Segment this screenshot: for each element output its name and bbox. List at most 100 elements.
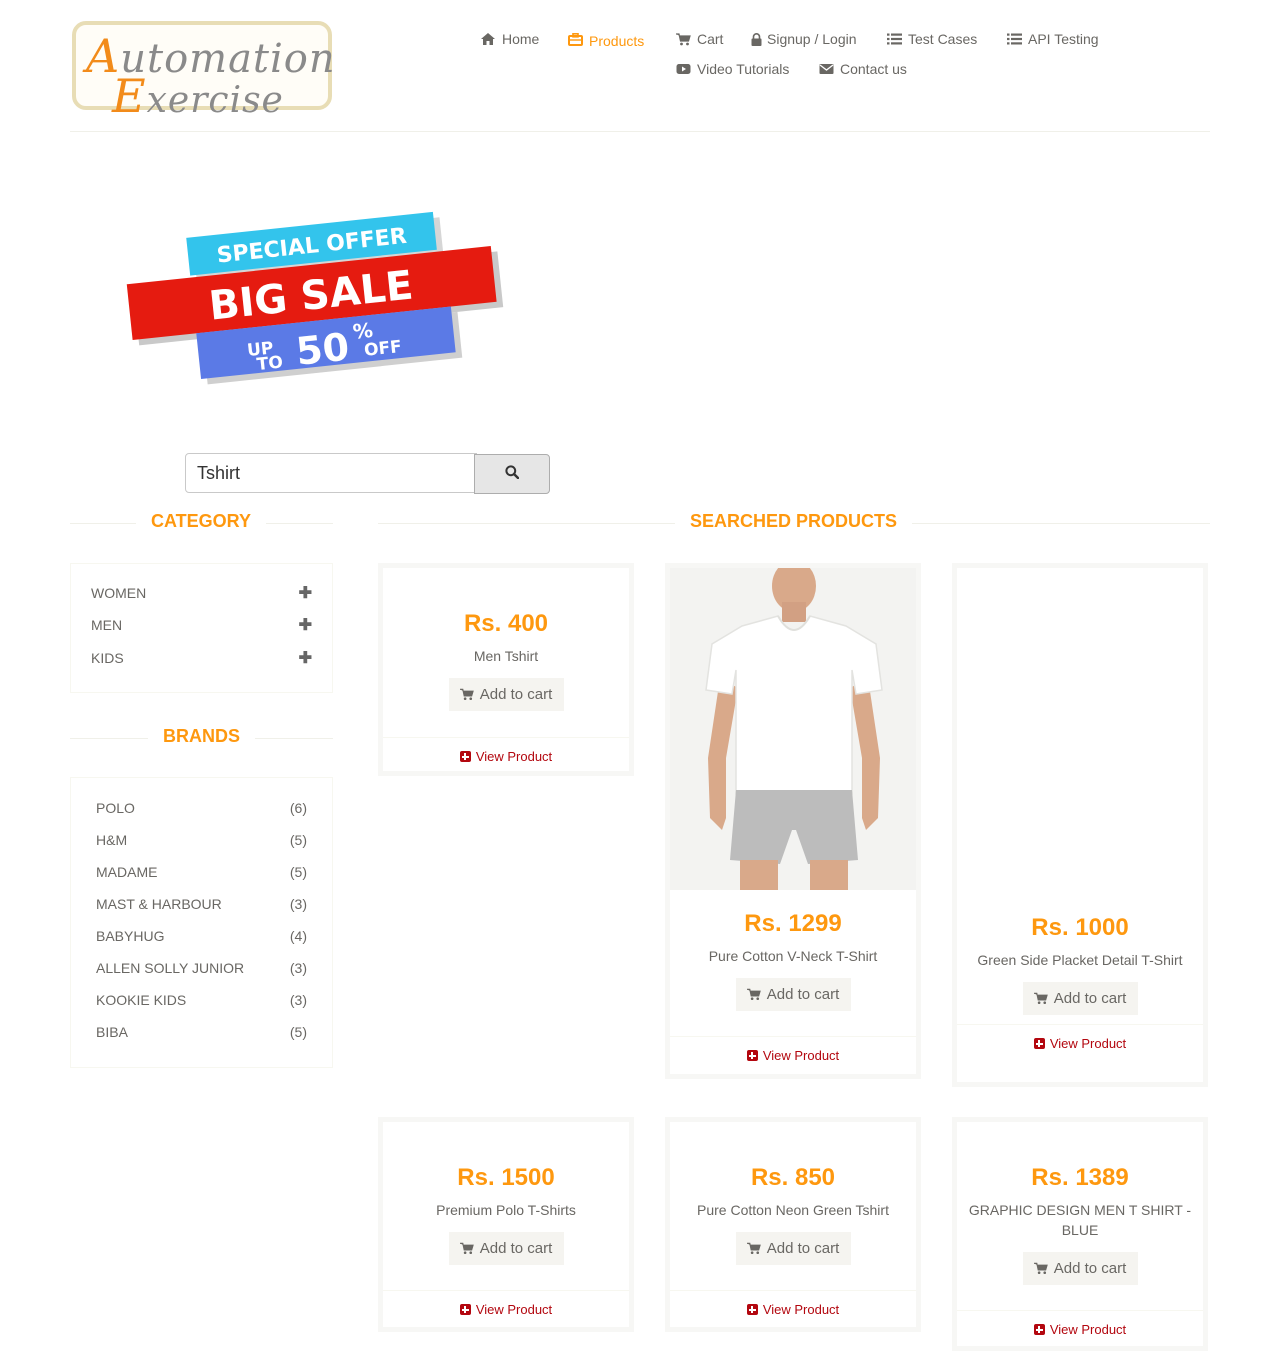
product-price: Rs. 400 — [463, 610, 549, 637]
product-price: Rs. 1299 — [744, 910, 842, 937]
search-button[interactable] — [474, 454, 550, 494]
product-price: Rs. 1000 — [1031, 914, 1129, 941]
product-card: Rs. 1389 GRAPHIC DESIGN MEN T SHIRT - BL… — [952, 1117, 1208, 1351]
view-product-link[interactable]: View Product — [383, 737, 629, 775]
brand-count: (5) — [289, 832, 307, 848]
brand-kookie-kids[interactable]: KOOKIE KIDS (3) — [96, 990, 307, 1010]
product-image — [957, 568, 1203, 914]
brand-name: H&M — [96, 832, 128, 848]
cart-icon — [746, 1242, 761, 1255]
brand-name: MADAME — [96, 864, 158, 880]
envelope-icon — [818, 62, 834, 76]
add-to-cart-label: Add to cart — [1053, 990, 1127, 1007]
nav-video-tutorials[interactable]: Video Tutorials — [675, 61, 789, 77]
plus-square-icon — [459, 751, 471, 762]
site-logo[interactable]: Automation Exercise — [72, 21, 335, 123]
nav-contact-us[interactable]: Contact us — [818, 61, 907, 77]
product-name: Men Tshirt — [473, 648, 539, 664]
sale-banner-graphic: SPECIAL OFFER BIG SALE UP TO 50 % OFF — [126, 211, 504, 385]
product-card: Rs. 1299 Pure Cotton V-Neck T-Shirt Add … — [665, 563, 921, 1079]
view-product-label: View Product — [475, 749, 553, 764]
brands-title: Brands — [148, 726, 256, 747]
add-to-cart-button[interactable]: Add to cart — [1022, 1252, 1138, 1285]
view-product-link[interactable]: View Product — [670, 1290, 916, 1328]
product-image-graphic — [670, 568, 916, 890]
category-panel: WOMEN ✚ MEN ✚ KIDS ✚ — [70, 563, 333, 693]
add-to-cart-label: Add to cart — [766, 1240, 840, 1257]
product-name: GRAPHIC DESIGN MEN T SHIRT - BLUE — [968, 1202, 1192, 1238]
brand-babyhug[interactable]: BABYHUG (4) — [96, 926, 307, 946]
product-image — [670, 568, 916, 890]
nav-signup-login[interactable]: Signup / Login — [750, 31, 857, 47]
nav-products-label: Products — [589, 33, 645, 49]
banner-off: OFF — [363, 337, 403, 361]
category-kids[interactable]: KIDS ✚ — [91, 648, 312, 668]
product-name: Pure Cotton Neon Green Tshirt — [697, 1202, 889, 1218]
add-to-cart-button[interactable]: Add to cart — [1022, 982, 1138, 1015]
brand-count: (6) — [289, 800, 307, 816]
view-product-link[interactable]: View Product — [957, 1310, 1203, 1348]
brand-madame[interactable]: MADAME (5) — [96, 862, 307, 882]
brand-count: (3) — [289, 960, 307, 976]
brand-count: (5) — [289, 864, 307, 880]
nav-contact-us-label: Contact us — [840, 61, 907, 77]
searched-products-title: Searched Products — [675, 511, 913, 532]
brand-count: (4) — [289, 928, 307, 944]
plus-square-icon — [746, 1050, 758, 1061]
brand-count: (5) — [289, 1024, 307, 1040]
brand-hm[interactable]: H&M (5) — [96, 830, 307, 850]
add-to-cart-button[interactable]: Add to cart — [735, 1232, 851, 1265]
category-women-label: WOMEN — [91, 585, 147, 601]
nav-api-testing[interactable]: API Testing — [1006, 31, 1099, 47]
product-price: Rs. 1500 — [457, 1164, 555, 1191]
brand-polo[interactable]: POLO (6) — [96, 798, 307, 818]
nav-test-cases[interactable]: Test Cases — [886, 31, 977, 47]
brand-name: KOOKIE KIDS — [96, 992, 187, 1008]
nav-api-testing-label: API Testing — [1028, 31, 1099, 47]
brand-name: ALLEN SOLLY JUNIOR — [96, 960, 245, 976]
cart-icon — [746, 988, 761, 1001]
plus-icon[interactable]: ✚ — [299, 615, 312, 635]
search-icon — [505, 464, 520, 484]
nav-cart[interactable]: Cart — [675, 31, 723, 47]
brand-allen-solly-junior[interactable]: ALLEN SOLLY JUNIOR (3) — [96, 958, 307, 978]
view-product-label: View Product — [475, 1302, 553, 1317]
brand-biba[interactable]: BIBA (5) — [96, 1022, 307, 1042]
view-product-link[interactable]: View Product — [670, 1036, 916, 1074]
header-divider — [70, 131, 1210, 132]
cart-icon — [675, 32, 691, 46]
category-kids-label: KIDS — [91, 650, 124, 666]
product-name: Premium Polo T-Shirts — [436, 1202, 576, 1218]
list-icon — [886, 32, 902, 46]
view-product-label: View Product — [762, 1048, 840, 1063]
banner-to: TO — [256, 352, 284, 375]
category-men[interactable]: MEN ✚ — [91, 615, 312, 635]
nav-signup-login-label: Signup / Login — [767, 31, 857, 47]
add-to-cart-button[interactable]: Add to cart — [448, 678, 564, 711]
add-to-cart-button[interactable]: Add to cart — [448, 1232, 564, 1265]
add-to-cart-button[interactable]: Add to cart — [735, 978, 851, 1011]
list-icon — [1006, 32, 1022, 46]
nav-video-tutorials-label: Video Tutorials — [697, 61, 790, 77]
product-card: Rs. 850 Pure Cotton Neon Green Tshirt Ad… — [665, 1117, 921, 1332]
add-to-cart-label: Add to cart — [479, 686, 553, 703]
view-product-link[interactable]: View Product — [383, 1290, 629, 1328]
nav-products[interactable]: Products — [567, 31, 645, 49]
product-name: Green Side Placket Detail T-Shirt — [977, 952, 1183, 968]
category-women[interactable]: WOMEN ✚ — [91, 583, 312, 603]
plus-icon[interactable]: ✚ — [299, 648, 312, 668]
view-product-link[interactable]: View Product — [957, 1024, 1203, 1062]
product-card: Rs. 1500 Premium Polo T-Shirts Add to ca… — [378, 1117, 634, 1332]
plus-icon[interactable]: ✚ — [299, 583, 312, 603]
search-input[interactable] — [185, 453, 477, 493]
briefcase-icon — [567, 32, 583, 46]
brand-name: BIBA — [96, 1024, 128, 1040]
product-name: Pure Cotton V-Neck T-Shirt — [708, 948, 878, 964]
product-price: Rs. 850 — [750, 1164, 836, 1191]
sale-banner: SPECIAL OFFER BIG SALE UP TO 50 % OFF — [122, 210, 522, 400]
plus-square-icon — [746, 1304, 758, 1315]
add-to-cart-label: Add to cart — [766, 986, 840, 1003]
add-to-cart-label: Add to cart — [479, 1240, 553, 1257]
brand-mast-harbour[interactable]: MAST & HARBOUR (3) — [96, 894, 307, 914]
nav-home[interactable]: Home — [480, 31, 539, 47]
